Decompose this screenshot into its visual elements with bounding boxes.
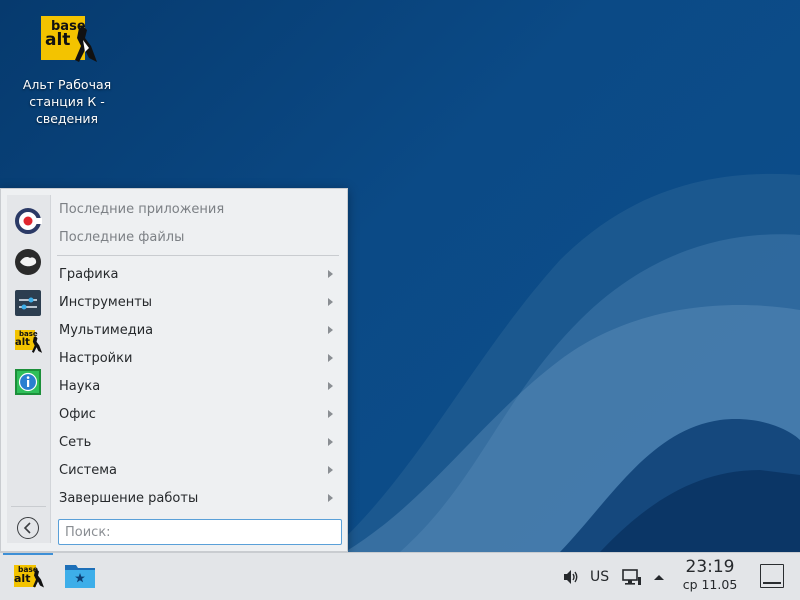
menu-item-settings[interactable]: Настройки xyxy=(53,344,343,372)
network-wired-icon xyxy=(622,568,641,585)
chevron-left-icon xyxy=(23,522,31,534)
menu-item-tools[interactable]: Инструменты xyxy=(53,288,343,316)
basealt-icon[interactable]: base alt xyxy=(13,328,43,358)
menu-item-office[interactable]: Офис xyxy=(53,400,343,428)
chevron-right-icon xyxy=(328,494,333,502)
app-c-icon[interactable] xyxy=(13,206,43,236)
show-desktop-button[interactable] xyxy=(760,564,784,588)
chevron-right-icon xyxy=(328,382,333,390)
digital-clock[interactable]: 23:19 ср 11.05 xyxy=(672,557,748,593)
tray-expand-button[interactable] xyxy=(652,553,666,600)
weather-icon[interactable] xyxy=(13,247,43,277)
info-icon[interactable] xyxy=(13,367,43,397)
volume-icon xyxy=(564,569,578,584)
chevron-right-icon xyxy=(328,438,333,446)
menu-item-graphics[interactable]: Графика xyxy=(53,260,343,288)
favorites-sidebar: base alt xyxy=(7,195,51,543)
desktop-icon-basealt-info[interactable]: base alt Альт Рабочая станция К - сведен… xyxy=(14,12,120,127)
chevron-right-icon xyxy=(328,354,333,362)
menu-item-multimedia[interactable]: Мультимедиа xyxy=(53,316,343,344)
folder-icon xyxy=(65,565,95,588)
menu-item-system[interactable]: Система xyxy=(53,456,343,484)
settings-sliders-icon[interactable] xyxy=(13,288,43,318)
application-menu: base alt Последние приложения Последние … xyxy=(0,188,348,552)
menu-item-recent-files[interactable]: Последние файлы xyxy=(53,223,343,251)
chevron-right-icon xyxy=(328,410,333,418)
clock-date: ср 11.05 xyxy=(682,577,738,592)
file-manager-button[interactable] xyxy=(60,561,100,593)
chevron-right-icon xyxy=(328,270,333,278)
clock-time: 23:19 xyxy=(685,557,735,577)
desktop-icon-caption: Альт Рабочая станция К - сведения xyxy=(22,77,112,126)
keyboard-layout-indicator[interactable]: US xyxy=(590,553,609,600)
network-button[interactable] xyxy=(622,553,642,600)
search-input[interactable] xyxy=(58,519,342,545)
chevron-right-icon xyxy=(328,298,333,306)
menu-separator xyxy=(57,255,339,256)
application-launcher-button[interactable]: base alt xyxy=(3,553,53,600)
menu-item-network[interactable]: Сеть xyxy=(53,428,343,456)
menu-item-shutdown[interactable]: Завершение работы xyxy=(53,484,343,512)
favorites-separator xyxy=(11,506,46,507)
back-button[interactable] xyxy=(17,517,39,539)
menu-item-recent-apps[interactable]: Последние приложения xyxy=(53,195,343,223)
basealt-logo-icon: base alt xyxy=(33,12,101,68)
volume-button[interactable] xyxy=(562,553,580,600)
chevron-up-icon xyxy=(654,574,664,580)
menu-item-science[interactable]: Наука xyxy=(53,372,343,400)
chevron-right-icon xyxy=(328,326,333,334)
taskbar: base alt US 23:19 ср 11.05 xyxy=(0,552,800,600)
chevron-right-icon xyxy=(328,466,333,474)
